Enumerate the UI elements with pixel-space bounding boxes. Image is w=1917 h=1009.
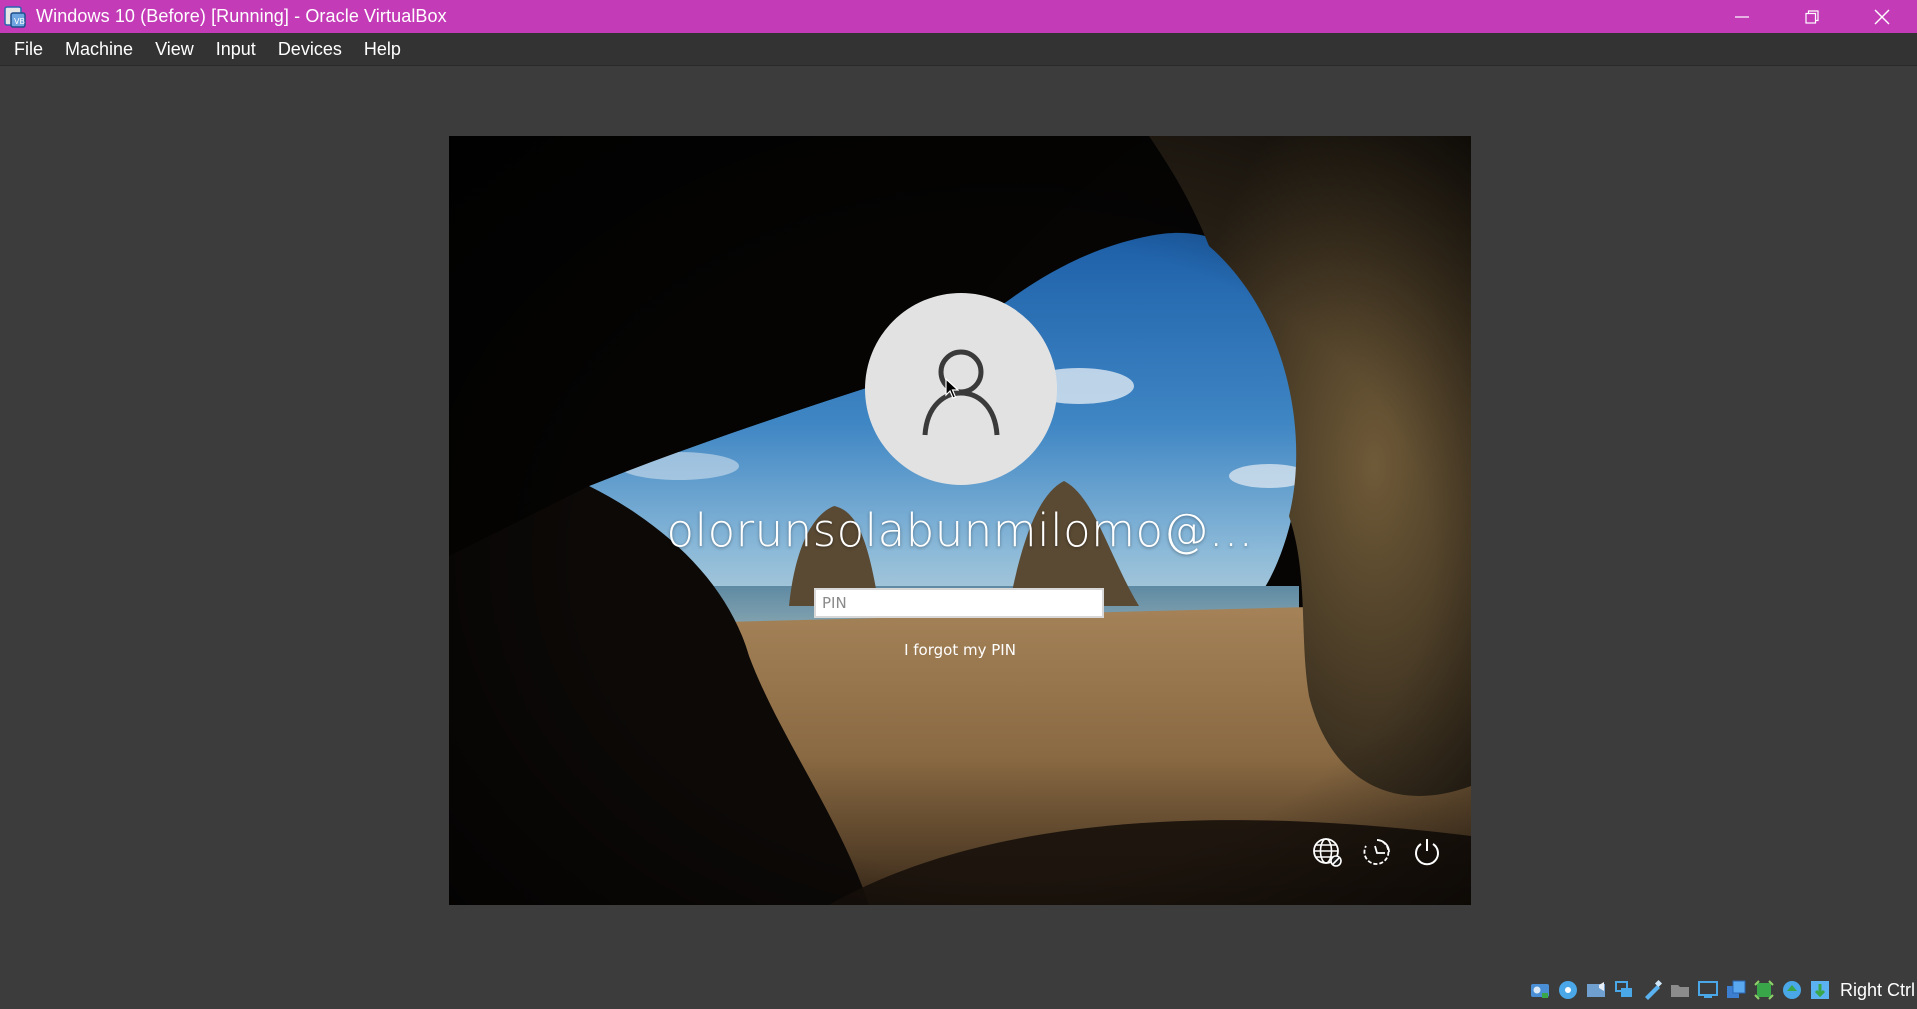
menu-machine[interactable]: Machine <box>54 33 144 65</box>
menu-devices[interactable]: Devices <box>267 33 353 65</box>
virtualbox-app-icon[interactable]: VB <box>2 5 28 29</box>
mouse-integration-icon[interactable] <box>1808 978 1832 1002</box>
pin-input[interactable] <box>814 588 1104 618</box>
title-bar: VB Windows 10 (Before) [Running] - Oracl… <box>0 0 1917 33</box>
menu-input[interactable]: Input <box>205 33 267 65</box>
hard-disk-icon[interactable] <box>1528 978 1552 1002</box>
menu-view[interactable]: View <box>144 33 205 65</box>
network-globe-icon[interactable] <box>1311 836 1343 868</box>
minimize-button[interactable] <box>1707 0 1777 33</box>
menu-bar: File Machine View Input Devices Help <box>0 33 1917 66</box>
restore-button[interactable] <box>1777 0 1847 33</box>
network-icon[interactable] <box>1612 978 1636 1002</box>
username-label: olorunsolabunmilomo@... <box>666 504 1254 557</box>
close-icon <box>1874 9 1890 24</box>
optical-drive-icon[interactable] <box>1556 978 1580 1002</box>
close-button[interactable] <box>1847 0 1917 33</box>
recording-icon[interactable] <box>1724 978 1748 1002</box>
usb-icon[interactable] <box>1640 978 1664 1002</box>
mouse-cursor <box>945 378 959 399</box>
cpu-icon[interactable] <box>1780 978 1804 1002</box>
window-title: Windows 10 (Before) [Running] - Oracle V… <box>36 6 447 26</box>
menu-help[interactable]: Help <box>353 33 412 65</box>
power-icon[interactable] <box>1411 836 1443 868</box>
guest-additions-icon[interactable] <box>1752 978 1776 1002</box>
window-controls <box>1707 0 1917 33</box>
ease-of-access-icon[interactable] <box>1361 836 1393 868</box>
display-icon[interactable] <box>1696 978 1720 1002</box>
status-bar: Right Ctrl <box>1528 974 1917 1006</box>
shared-folders-icon[interactable] <box>1668 978 1692 1002</box>
restore-icon <box>1805 9 1819 24</box>
audio-icon[interactable] <box>1584 978 1608 1002</box>
user-silhouette-icon <box>922 349 1000 436</box>
minimize-icon <box>1735 15 1749 18</box>
menu-file[interactable]: File <box>0 33 54 65</box>
svg-text:VB: VB <box>14 17 25 26</box>
host-key-label: Right Ctrl <box>1839 979 1915 1000</box>
vm-display[interactable]: olorunsolabunmilomo@... I forgot my PIN <box>449 136 1471 905</box>
forgot-pin-link[interactable]: I forgot my PIN <box>449 641 1471 659</box>
user-avatar <box>865 293 1057 485</box>
lockscreen-corner-icons <box>1311 836 1443 868</box>
